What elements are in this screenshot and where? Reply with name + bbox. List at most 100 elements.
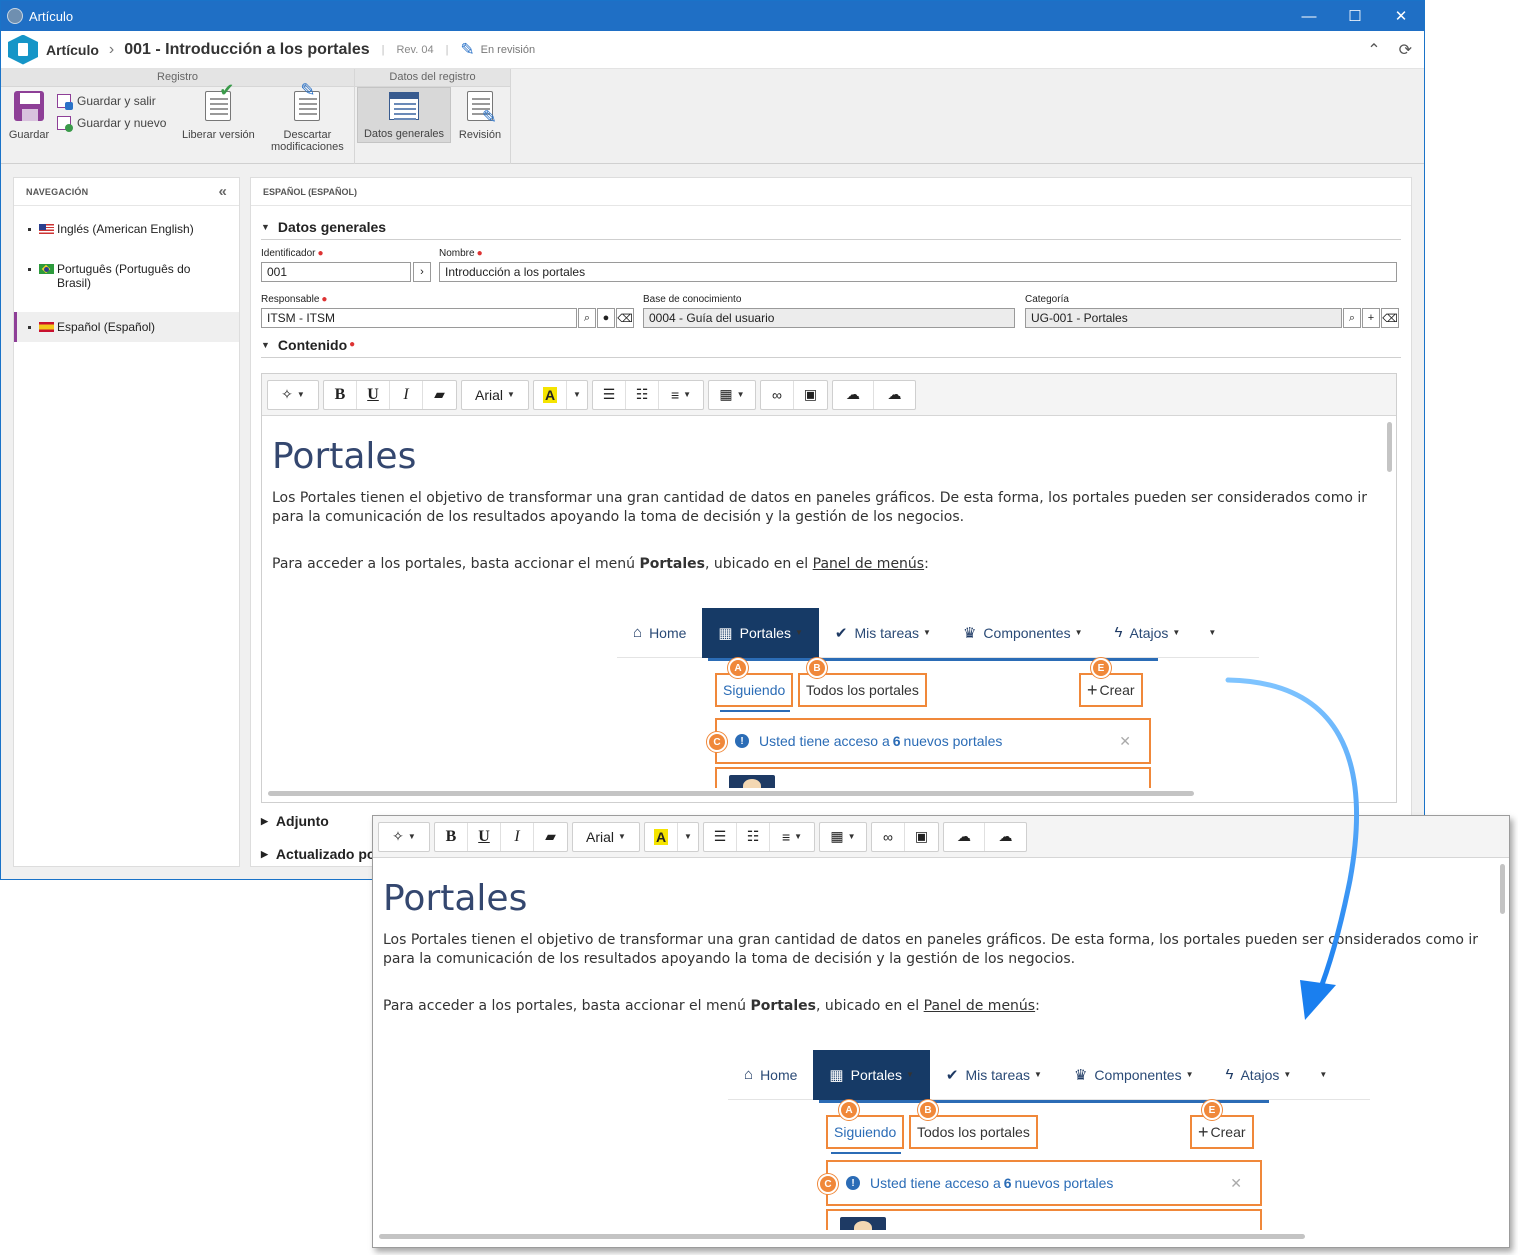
zoomed-editor-callout: ✧ ▼ B U I ▰ Arial ▼ A ▼ ☰ ☷ ≡ ▼ ▦ ▼ ∞ ▣ ☁ ☁ … xyxy=(372,815,1510,1248)
clear-brush-icon[interactable]: ⌫ xyxy=(616,308,634,328)
menu-componentes: ♛ Componentes ▼ xyxy=(962,624,1083,642)
bolt-icon: ϟ xyxy=(1114,624,1123,641)
nav-item-portuguese[interactable]: Português (Português do Brasil) xyxy=(14,252,239,306)
save-button[interactable]: Guardar xyxy=(1,87,57,141)
window-title: Artículo xyxy=(29,8,74,24)
user-icon[interactable]: ● xyxy=(597,308,615,328)
refresh-icon[interactable]: ⟳ xyxy=(1399,40,1412,60)
responsible-input[interactable]: ITSM - ITSM xyxy=(261,308,577,328)
cloud-upload-icon[interactable]: ☁ xyxy=(874,381,915,409)
check-icon: ✔ xyxy=(834,624,848,642)
editor-content[interactable]: Portales Los Portales tienen el objetivo… xyxy=(262,416,1396,788)
table-icon[interactable]: ▦ ▼ xyxy=(709,381,755,409)
cloud-upload-icon[interactable]: ☁ xyxy=(985,823,1026,851)
font-select[interactable]: Arial ▼ xyxy=(462,381,528,409)
eraser-icon[interactable]: ▰ xyxy=(534,823,567,851)
nav-item-english[interactable]: Inglés (American English) xyxy=(14,212,239,252)
menu-home: ⌂ Home xyxy=(744,1066,798,1083)
knowledge-base-field: Base de conocimiento 0004 - Guía del usu… xyxy=(643,294,1015,328)
collapse-up-icon[interactable]: ⌃ xyxy=(1367,40,1380,60)
table-icon[interactable]: ▦ ▼ xyxy=(820,823,866,851)
magic-wand-icon[interactable]: ✧ ▼ xyxy=(268,381,318,409)
panel-menus-link[interactable]: Panel de menús xyxy=(813,556,924,572)
bullet-list-icon[interactable]: ☰ xyxy=(593,380,626,409)
underline-button[interactable]: U xyxy=(468,822,501,851)
menu-portales: ▦ Portales ▼ xyxy=(813,1049,930,1100)
bullet-list-icon[interactable]: ☰ xyxy=(704,822,737,851)
close-icon: ✕ xyxy=(1119,732,1131,749)
general-data-button[interactable]: Datos generales xyxy=(357,87,451,143)
main-form: ESPAÑOL (ESPAÑOL) ▼ Datos generales Iden… xyxy=(250,177,1412,867)
discard-changes-button[interactable]: Descartar modificaciones xyxy=(262,84,352,153)
align-icon[interactable]: ≡ ▼ xyxy=(770,823,814,851)
close-button[interactable]: ✕ xyxy=(1378,1,1424,31)
link-icon[interactable]: ∞ xyxy=(761,380,794,409)
italic-button[interactable]: I xyxy=(501,822,534,851)
section-general-data[interactable]: ▼ Datos generales xyxy=(261,218,1401,240)
eraser-icon[interactable]: ▰ xyxy=(423,381,456,409)
dashboard-icon: ▦ xyxy=(829,1066,844,1084)
minimize-button[interactable]: — xyxy=(1286,1,1332,31)
next-arrow-button[interactable]: › xyxy=(413,262,431,282)
close-icon: ✕ xyxy=(1230,1174,1242,1191)
info-icon: ! xyxy=(735,734,749,748)
required-icon: ● xyxy=(349,339,356,350)
brazil-flag-icon xyxy=(39,264,54,274)
name-input[interactable]: Introducción a los portales xyxy=(439,262,1397,282)
zoom-vertical-scrollbar[interactable] xyxy=(1500,864,1505,914)
editor-toolbar-zoom: ✧ ▼ B U I ▰ Arial ▼ A ▼ ☰ ☷ ≡ ▼ ▦ ▼ ∞ ▣ ☁ ☁ xyxy=(373,816,1509,858)
caret-down-icon: ▼ xyxy=(261,339,270,350)
us-flag-icon xyxy=(39,224,54,234)
save-and-new-button[interactable]: Guardar y nuevo xyxy=(57,112,166,134)
section-content[interactable]: ▼ Contenido ● xyxy=(261,336,1401,358)
align-icon[interactable]: ≡ ▼ xyxy=(659,381,703,409)
image-icon[interactable]: ▣ xyxy=(794,381,827,409)
clear-brush-icon[interactable]: ⌫ xyxy=(1381,308,1399,328)
font-select[interactable]: Arial ▼ xyxy=(573,823,639,851)
save-icon xyxy=(14,91,44,121)
section-updated-by[interactable]: ▶ Actualizado po xyxy=(261,846,375,862)
search-icon[interactable]: ⌕ xyxy=(578,308,596,328)
content-heading: Portales xyxy=(272,436,417,477)
record-title: 001 - Introducción a los portales xyxy=(124,40,370,58)
nav-item-spanish[interactable]: Español (Español) xyxy=(14,312,239,342)
cloud-download-icon[interactable]: ☁ xyxy=(944,822,985,851)
window-form-icon xyxy=(389,92,419,120)
save-and-exit-button[interactable]: Guardar y salir xyxy=(57,90,166,112)
add-icon[interactable]: + xyxy=(1362,308,1380,328)
maximize-button[interactable]: ☐ xyxy=(1332,1,1378,31)
highlight-dropdown[interactable]: ▼ xyxy=(678,823,698,851)
release-version-button[interactable]: Liberar versión xyxy=(174,84,262,141)
panel-menus-link[interactable]: Panel de menús xyxy=(924,998,1035,1014)
image-icon[interactable]: ▣ xyxy=(905,823,938,851)
magic-wand-icon[interactable]: ✧ ▼ xyxy=(379,823,429,851)
article-logo-icon xyxy=(8,34,38,65)
highlight-color-button[interactable]: A xyxy=(534,380,567,409)
section-attachment[interactable]: ▶ Adjunto xyxy=(261,813,329,829)
breadcrumb-root[interactable]: Artículo xyxy=(46,42,99,58)
title-bar: Artículo — ☐ ✕ xyxy=(1,1,1424,31)
link-icon[interactable]: ∞ xyxy=(872,822,905,851)
revision-label: Rev. 04 xyxy=(396,43,434,56)
highlight-color-button[interactable]: A xyxy=(645,822,678,851)
cloud-download-icon[interactable]: ☁ xyxy=(833,380,874,409)
italic-button[interactable]: I xyxy=(390,380,423,409)
identifier-input[interactable]: 001 xyxy=(261,262,411,282)
required-icon: ● xyxy=(317,248,324,259)
bold-button[interactable]: B xyxy=(324,380,357,409)
search-icon[interactable]: ⌕ xyxy=(1343,308,1361,328)
required-icon: ● xyxy=(321,294,328,305)
zoom-horizontal-scrollbar[interactable] xyxy=(379,1234,1305,1239)
numbered-list-icon[interactable]: ☷ xyxy=(737,822,770,851)
editor-horizontal-scrollbar[interactable] xyxy=(268,791,1194,796)
collapse-left-icon[interactable]: « xyxy=(218,183,227,200)
bold-button[interactable]: B xyxy=(435,822,468,851)
highlight-dropdown[interactable]: ▼ xyxy=(567,381,587,409)
revision-button[interactable]: Revisión xyxy=(451,87,509,141)
new-portals-notice: ! Usted tiene acceso a 6 nuevos portales… xyxy=(826,1160,1262,1206)
editor-content-zoom[interactable]: Portales Los Portales tienen el objetivo… xyxy=(373,858,1509,1230)
underline-button[interactable]: U xyxy=(357,380,390,409)
editor-vertical-scrollbar[interactable] xyxy=(1387,422,1392,472)
badge-a: A xyxy=(728,658,748,678)
numbered-list-icon[interactable]: ☷ xyxy=(626,380,659,409)
